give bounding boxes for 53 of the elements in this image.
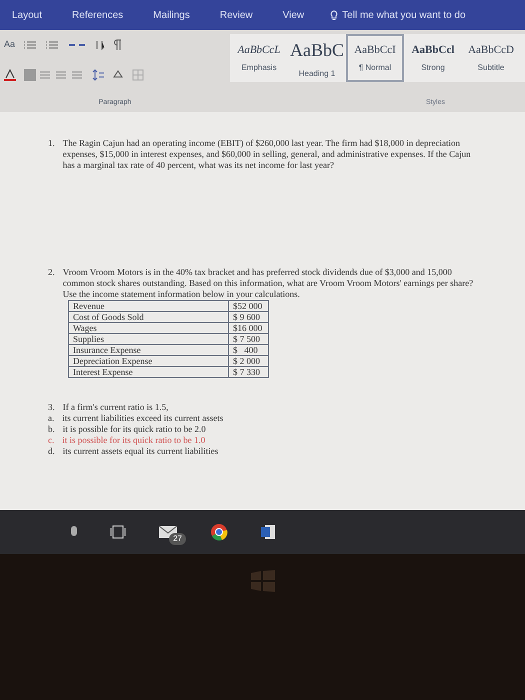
table-cell: $ 9 600 <box>228 312 268 322</box>
table-cell: Interest Expense <box>68 366 228 378</box>
style-option[interactable]: AaBbCcD Subtitle <box>462 34 520 82</box>
windows-logo-icon <box>250 570 274 592</box>
option-text: it is possible for its quick ratio to be 2.0 <box>62 424 206 435</box>
pilcrow-icon[interactable] <box>113 38 122 51</box>
table-cell: Insurance Expense <box>68 344 228 356</box>
question-text: The Ragin Cajun had an operating income (EBIT) of $260,000 last year. The firm had $18,000 in depreciation expenses, $15,000 in interest expenses, and $60,000 in selling, general, and administrative expenses. If the Cajun has a marginal tax rate of 40 percent, what was its net income for last year? <box>62 138 472 171</box>
question-text: If a firm's current ratio is 1.5, <box>62 402 168 413</box>
align-icon[interactable] <box>24 68 84 80</box>
ribbon-tab[interactable]: Mailings <box>149 8 194 22</box>
style-option[interactable]: AaBbCcI ¶ Normal <box>346 34 404 82</box>
ribbon-tab[interactable]: View <box>278 8 308 22</box>
option-letter: b. <box>48 424 55 435</box>
tell-me-field[interactable]: Tell me what you want to do <box>330 8 512 22</box>
font-color-icon[interactable] <box>4 68 16 80</box>
word-app-icon[interactable] <box>260 524 276 540</box>
question-number: 1. <box>48 138 55 150</box>
table-cell: $ 7 500 <box>228 334 268 344</box>
ribbon-tab[interactable]: Layout <box>8 8 46 22</box>
table-cell: $16 000 <box>228 322 268 334</box>
bullet-list-icon[interactable] <box>23 40 38 50</box>
question-text: Vroom Vroom Motors is in the 40% tax bracket and has preferred stock dividends due of $3,000 and 15,000 common stock shares outstanding. Based on this information, what are Vroom Vroom Motors' earnings per share? Use the income statement information below in your calculations. <box>62 267 474 300</box>
table-cell: Revenue <box>68 300 228 312</box>
style-option[interactable]: AaBbCcl Strong <box>404 34 462 82</box>
question-number: 3. <box>48 402 55 413</box>
table-cell: $ 400 <box>228 344 268 356</box>
lightbulb-icon <box>330 10 338 20</box>
font-size-button[interactable]: Aa <box>4 38 16 52</box>
style-option[interactable]: AaBbCcL Emphasis <box>230 34 288 82</box>
line-spacing-icon[interactable] <box>92 68 104 80</box>
table-cell: Wages <box>68 322 228 334</box>
numbered-list-icon[interactable] <box>45 40 60 50</box>
option-text: its current assets equal its current liabilities <box>62 446 218 457</box>
table-cell: $52 000 <box>228 300 268 312</box>
style-option[interactable]: AaBbC Heading 1 <box>288 34 346 82</box>
browser-icon[interactable] <box>210 523 228 541</box>
option-letter: d. <box>48 446 55 457</box>
table-cell: Supplies <box>68 334 228 344</box>
option-letter: a. <box>48 413 54 424</box>
option-text: it is possible for its quick ratio to be 1.0 <box>62 435 206 446</box>
question-number: 2. <box>48 267 55 279</box>
table-cell: Cost of Goods Sold <box>68 312 228 322</box>
task-view-icon[interactable] <box>110 525 126 539</box>
table-cell: Depreciation Expense <box>68 356 228 366</box>
microphone-icon[interactable] <box>70 525 78 539</box>
option-text: its current liabilities exceed its current assets <box>62 413 224 424</box>
mail-badge: 27 <box>169 533 186 545</box>
table-cell: $ 7 330 <box>228 366 268 378</box>
option-letter: c. <box>48 435 54 446</box>
ribbon-tab[interactable]: Review <box>216 8 257 22</box>
ribbon-tab[interactable]: References <box>68 8 128 22</box>
table-cell: $ 2 000 <box>228 356 268 366</box>
